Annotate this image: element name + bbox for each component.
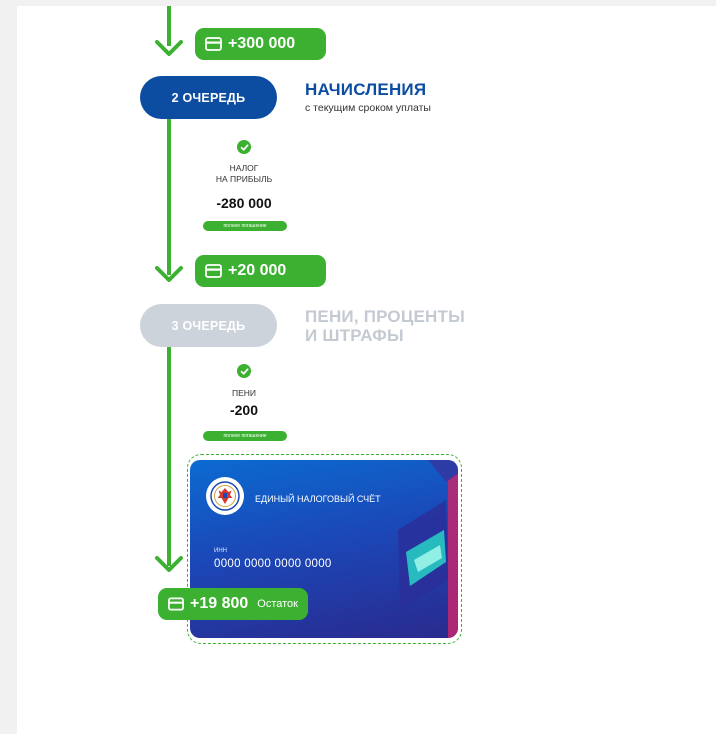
status-badge: полное погашение <box>203 221 287 231</box>
queue-3-title: ПЕНИ, ПРОЦЕНТЫ И ШТРАФЫ <box>305 307 465 345</box>
queue-3-item-label: пени <box>231 388 257 398</box>
queue-2-item-amount: -280 000 <box>216 195 272 211</box>
card-number: 0000 0000 0000 0000 <box>214 558 332 570</box>
card-icon <box>205 264 222 278</box>
amount-value: +20 000 <box>228 262 287 279</box>
queue-2-item-label: налог на прибыль <box>215 163 273 184</box>
amount-value: +300 000 <box>228 35 296 52</box>
amount-badge-top: +300 000 <box>195 28 326 60</box>
card-title: ЕДИНЫЙ НАЛОГОВЫЙ СЧЁТ <box>255 494 381 504</box>
queue-2-title: НАЧИСЛЕНИЯ <box>305 80 427 99</box>
status-badge: полное погашение <box>203 431 287 441</box>
amount-value: +19 800 <box>190 595 249 612</box>
amount-badge-middle: +20 000 <box>195 255 326 287</box>
arrow-down-icon <box>155 40 183 56</box>
flow-line-queue3 <box>167 330 171 566</box>
queue-2-subtitle: с текущим сроком уплаты <box>305 102 431 114</box>
amount-badge-bottom: +19 800 Остаток <box>158 588 308 620</box>
card-decoration <box>398 460 458 638</box>
queue-3-item-amount: -200 <box>229 402 259 418</box>
queue-2-pill: 2 ОЧЕРЕДЬ <box>140 76 277 119</box>
queue-3-pill: 3 ОЧЕРЕДЬ <box>140 304 277 347</box>
check-icon <box>237 364 251 378</box>
arrow-down-icon <box>155 556 183 572</box>
card-inn-label: ИНН <box>214 548 227 554</box>
card-icon <box>168 597 184 611</box>
fns-emblem-icon <box>206 477 244 515</box>
arrow-down-icon <box>155 266 183 282</box>
check-icon <box>237 140 251 154</box>
card-icon <box>205 37 222 51</box>
flow-line-queue2 <box>167 100 171 275</box>
balance-note: Остаток <box>257 598 298 610</box>
